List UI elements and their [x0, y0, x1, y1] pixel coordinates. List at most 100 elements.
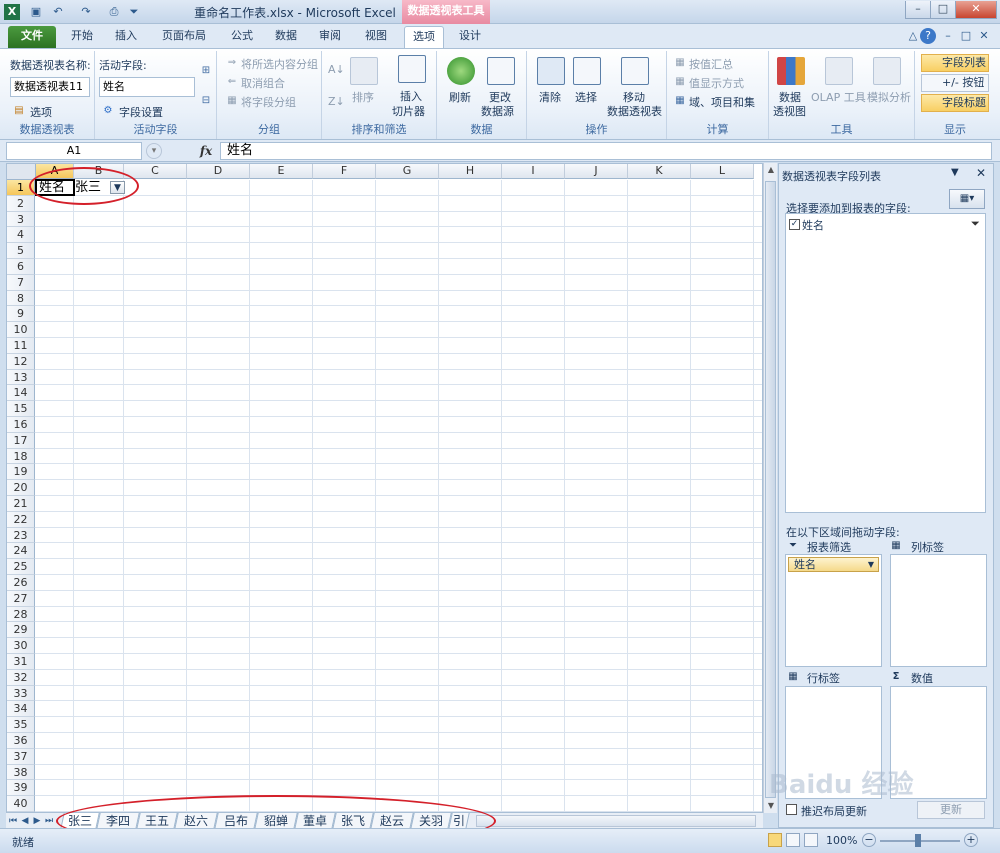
- tab-insert[interactable]: 插入: [106, 26, 146, 48]
- row-header[interactable]: 2: [7, 195, 35, 212]
- row-header[interactable]: 7: [7, 274, 35, 291]
- row-header[interactable]: 18: [7, 448, 35, 465]
- row-header[interactable]: 8: [7, 290, 35, 307]
- ribbon-collapse-icon[interactable]: △: [905, 28, 921, 44]
- row-header[interactable]: 36: [7, 733, 35, 749]
- field-checkbox[interactable]: ✓: [789, 219, 800, 230]
- row-header[interactable]: 28: [7, 606, 35, 623]
- column-header[interactable]: K: [628, 164, 691, 179]
- headers-toggle[interactable]: 字段标题: [921, 94, 989, 112]
- vertical-scrollbar[interactable]: ▲ ▼: [763, 163, 777, 813]
- normal-view-icon[interactable]: [768, 833, 782, 847]
- buttons-toggle[interactable]: +/- 按钮: [921, 74, 989, 92]
- column-header[interactable]: E: [250, 164, 313, 179]
- row-header[interactable]: 29: [7, 622, 35, 639]
- row-header[interactable]: 12: [7, 353, 35, 370]
- tab-file[interactable]: 文件: [8, 26, 56, 48]
- column-header[interactable]: F: [313, 164, 376, 179]
- row-header[interactable]: 10: [7, 322, 35, 338]
- row-header[interactable]: 24: [7, 543, 35, 560]
- zoom-out-icon[interactable]: −: [862, 833, 876, 847]
- tab-options[interactable]: 选项: [404, 26, 444, 48]
- row-header[interactable]: 13: [7, 369, 35, 386]
- tab-data[interactable]: 数据: [266, 26, 306, 48]
- prev-sheet-icon[interactable]: ◀: [20, 815, 30, 827]
- row-header[interactable]: 22: [7, 511, 35, 528]
- group-field-button[interactable]: 将字段分组: [241, 94, 296, 110]
- ungroup-button[interactable]: 取消组合: [241, 75, 285, 91]
- scroll-down-icon[interactable]: ▼: [766, 801, 776, 811]
- restore-button[interactable]: □: [930, 1, 956, 19]
- slicer-label-1[interactable]: 插入: [400, 88, 422, 104]
- name-box[interactable]: A1: [6, 142, 142, 160]
- field-list-toggle[interactable]: 字段列表: [921, 54, 989, 72]
- horizontal-scrollbar[interactable]: [476, 815, 756, 827]
- insert-function-icon[interactable]: fx: [194, 142, 218, 160]
- sort-desc-icon[interactable]: Z↓: [328, 95, 345, 109]
- formula-input[interactable]: 姓名: [220, 142, 992, 160]
- clear-button[interactable]: 清除: [539, 89, 561, 105]
- field-settings-button[interactable]: 字段设置: [119, 104, 163, 120]
- olap-button[interactable]: OLAP 工具: [811, 89, 866, 105]
- row-header[interactable]: 11: [7, 338, 35, 354]
- doc-restore-icon[interactable]: □: [958, 28, 974, 44]
- page-break-view-icon[interactable]: [804, 833, 818, 847]
- fields-items-button[interactable]: 域、项目和集: [689, 94, 755, 110]
- minimize-button[interactable]: –: [905, 1, 931, 19]
- pane-close-icon[interactable]: ✕: [976, 166, 986, 180]
- layout-options-icon[interactable]: ▦▾: [949, 189, 985, 209]
- row-header[interactable]: 39: [7, 780, 35, 797]
- slicer-label-2[interactable]: 切片器: [392, 103, 425, 119]
- select-all-corner[interactable]: [7, 164, 36, 180]
- help-icon[interactable]: ?: [920, 28, 936, 44]
- collapse-field-icon[interactable]: ⊟: [199, 94, 213, 108]
- pivot-name-input[interactable]: 数据透视表11: [10, 77, 90, 97]
- chip-dropdown-icon[interactable]: ▼: [868, 558, 874, 571]
- row-header[interactable]: 21: [7, 496, 35, 512]
- column-header[interactable]: L: [691, 164, 754, 179]
- field-filter-icon[interactable]: ⏷: [971, 217, 980, 231]
- row-header[interactable]: 14: [7, 385, 35, 402]
- pane-menu-icon[interactable]: ▼: [951, 167, 959, 178]
- row-header[interactable]: 32: [7, 669, 35, 686]
- row-header[interactable]: 25: [7, 559, 35, 575]
- tab-formulas[interactable]: 公式: [222, 26, 262, 48]
- row-header[interactable]: 6: [7, 259, 35, 275]
- row-header[interactable]: 30: [7, 638, 35, 654]
- row-header[interactable]: 15: [7, 401, 35, 417]
- doc-close-icon[interactable]: ✕: [976, 28, 992, 44]
- row-header[interactable]: 19: [7, 464, 35, 481]
- zoom-level[interactable]: 100%: [826, 834, 857, 847]
- column-header[interactable]: J: [565, 164, 628, 179]
- column-header[interactable]: I: [502, 164, 565, 179]
- column-header[interactable]: G: [376, 164, 439, 179]
- row-header[interactable]: 33: [7, 685, 35, 702]
- row-header[interactable]: 20: [7, 480, 35, 496]
- change-source-label-2[interactable]: 数据源: [481, 103, 514, 119]
- row-header[interactable]: 40: [7, 796, 35, 812]
- tab-review[interactable]: 审阅: [310, 26, 350, 48]
- whatif-button[interactable]: 模拟分析: [867, 89, 911, 105]
- row-header[interactable]: 26: [7, 575, 35, 591]
- row-header[interactable]: 31: [7, 654, 35, 670]
- page-layout-view-icon[interactable]: [786, 833, 800, 847]
- refresh-button[interactable]: 刷新: [449, 89, 471, 105]
- row-header[interactable]: 38: [7, 764, 35, 781]
- next-sheet-icon[interactable]: ▶: [32, 815, 42, 827]
- zoom-slider-thumb[interactable]: [915, 834, 921, 847]
- show-values-button[interactable]: 值显示方式: [689, 75, 744, 91]
- column-header[interactable]: H: [439, 164, 502, 179]
- defer-checkbox[interactable]: [786, 804, 797, 815]
- doc-minimize-icon[interactable]: –: [940, 28, 956, 44]
- last-sheet-icon[interactable]: ⏭: [44, 815, 54, 827]
- filter-field-chip[interactable]: 姓名 ▼: [788, 557, 879, 572]
- row-header[interactable]: 37: [7, 748, 35, 765]
- row-header[interactable]: 5: [7, 243, 35, 259]
- row-header[interactable]: 23: [7, 527, 35, 544]
- scroll-thumb[interactable]: [765, 181, 776, 798]
- row-header[interactable]: 27: [7, 590, 35, 607]
- row-header[interactable]: 4: [7, 227, 35, 244]
- row-header[interactable]: 16: [7, 417, 35, 433]
- report-filter-area[interactable]: 姓名 ▼: [785, 554, 882, 667]
- worksheet-grid[interactable]: ABCDEFGHIJKL 1 2 3 4 5 6 7 8 9 10 11 12 13 14 15 16 17 18…: [6, 163, 763, 813]
